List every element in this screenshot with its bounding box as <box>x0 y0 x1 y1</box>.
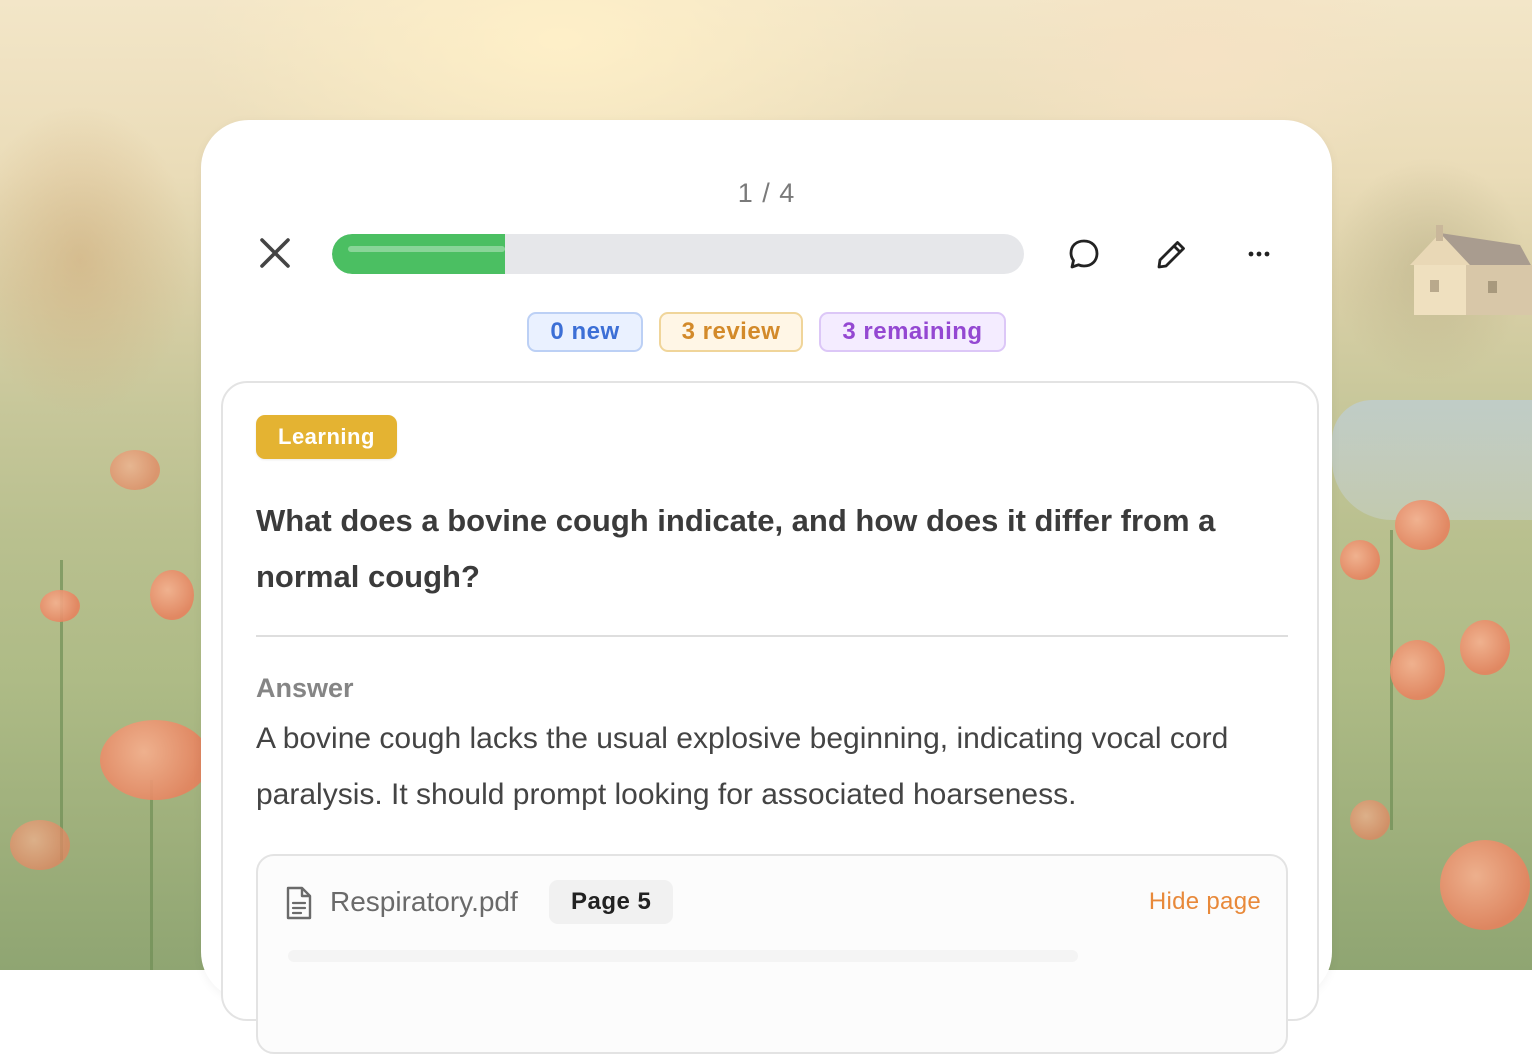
edit-button[interactable] <box>1151 233 1193 275</box>
question-text: What does a bovine cough indicate, and h… <box>256 503 1216 594</box>
progress-highlight <box>348 246 505 252</box>
source-file-name[interactable]: Respiratory.pdf <box>330 886 518 918</box>
answer-text: A bovine cough lacks the usual explosive… <box>256 722 1229 811</box>
close-button[interactable] <box>255 233 295 273</box>
progress-bar <box>332 234 1024 274</box>
comment-button[interactable] <box>1063 233 1105 275</box>
source-panel: Respiratory.pdf Page 5 Hide page <box>256 854 1288 1054</box>
house-illustration <box>1410 225 1532 315</box>
learning-status-badge: Learning <box>256 415 397 459</box>
card-stats: 0 new 3 review 3 remaining <box>201 312 1332 352</box>
remaining-count-chip: 3 remaining <box>819 312 1006 352</box>
flashcard: Learning What does a bovine cough indica… <box>221 381 1319 1054</box>
answer-label: Answer <box>256 673 354 703</box>
progress-fill <box>332 234 505 274</box>
comment-icon <box>1069 239 1099 269</box>
page-number-chip[interactable]: Page 5 <box>549 880 674 924</box>
review-panel: 1 / 4 0 new 3 review 3 remaining Learnin… <box>201 120 1332 1054</box>
more-horizontal-icon <box>1248 251 1270 257</box>
close-icon <box>260 238 290 268</box>
page-preview <box>288 950 1078 962</box>
hide-page-link[interactable]: Hide page <box>1149 888 1261 916</box>
more-options-button[interactable] <box>1239 233 1281 275</box>
document-icon <box>286 886 312 920</box>
divider <box>256 635 1288 637</box>
pencil-icon <box>1157 241 1185 269</box>
review-count-chip: 3 review <box>658 312 804 352</box>
new-count-chip: 0 new <box>527 312 643 352</box>
card-counter: 1 / 4 <box>737 178 796 208</box>
